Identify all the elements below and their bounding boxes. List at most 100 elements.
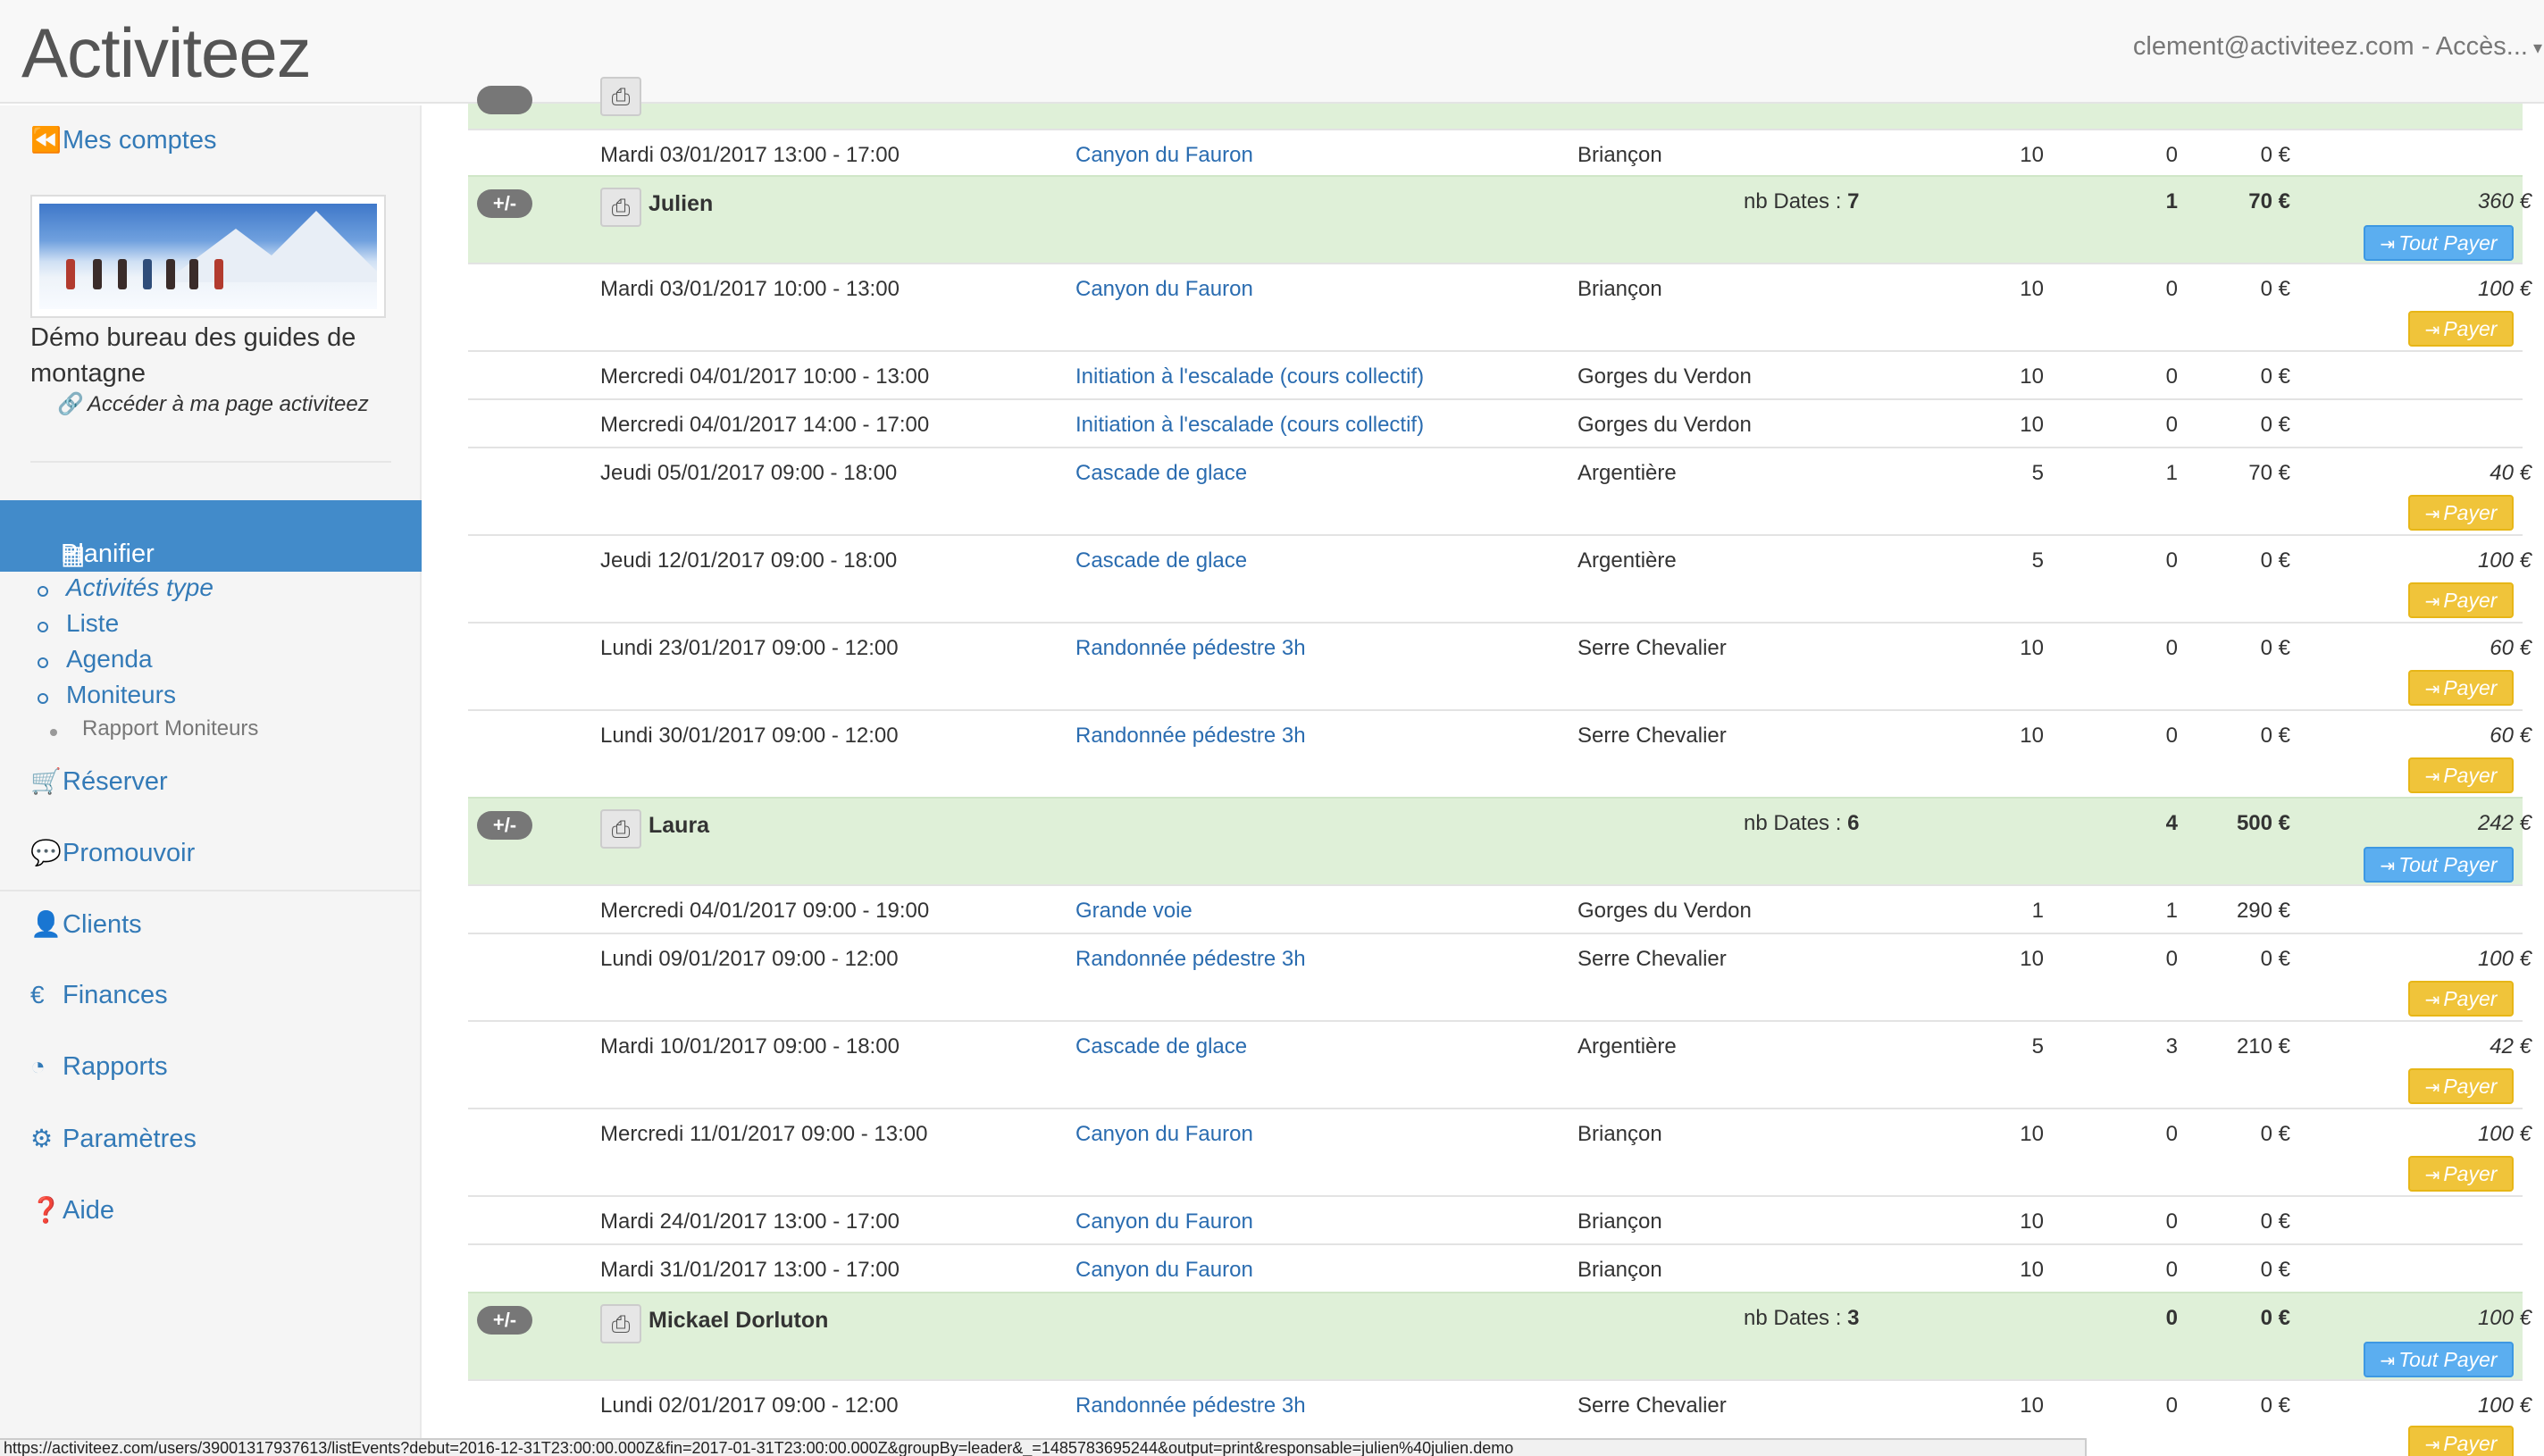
row-activity-link[interactable]: Cascade de glace bbox=[1075, 1034, 1247, 1059]
pay-all-button[interactable]: ⇥ Tout Payer bbox=[2364, 1342, 2514, 1377]
double-chevron-left-icon: ⏪ bbox=[30, 126, 62, 154]
row-participants: 3 bbox=[2165, 1034, 2178, 1059]
nb-dates-label: nb Dates : bbox=[1744, 189, 1848, 213]
nav-sub-moniteurs[interactable]: Moniteurs bbox=[38, 681, 176, 709]
nav-sub-agenda[interactable]: Agenda bbox=[38, 645, 153, 674]
leader-name: Laura bbox=[649, 813, 710, 838]
nav-sub-rapport-moniteurs[interactable]: Rapport Moniteurs bbox=[82, 716, 258, 741]
row-place: Serre Chevalier bbox=[1577, 636, 1727, 660]
row-place: Serre Chevalier bbox=[1577, 724, 1727, 748]
caret-down-icon: ▾ bbox=[2532, 38, 2542, 58]
nav-aide-label: Aide bbox=[63, 1196, 115, 1225]
row-activity-link[interactable]: Randonnée pédestre 3h bbox=[1075, 947, 1306, 972]
row-participants: 0 bbox=[2165, 364, 2178, 389]
row-date: Mercredi 04/01/2017 10:00 - 13:00 bbox=[600, 364, 930, 389]
toggle-button[interactable]: +/- bbox=[477, 189, 532, 218]
sign-in-icon: ⇥ bbox=[2424, 592, 2440, 612]
brand-logo[interactable]: Activiteez bbox=[21, 13, 312, 94]
row-activity-link[interactable]: Randonnée pédestre 3h bbox=[1075, 636, 1306, 661]
table-row: Lundi 30/01/2017 09:00 - 12:00 Randonnée… bbox=[468, 709, 2531, 797]
row-date: Mardi 24/01/2017 13:00 - 17:00 bbox=[600, 1209, 900, 1234]
pay-button[interactable]: ⇥ Payer bbox=[2408, 495, 2514, 531]
row-activity-link[interactable]: Randonnée pédestre 3h bbox=[1075, 1393, 1306, 1418]
nav-parametres[interactable]: ⚙ Paramètres bbox=[30, 1124, 197, 1154]
row-due: 100 € bbox=[2477, 277, 2531, 301]
row-place: Argentière bbox=[1577, 461, 1677, 485]
pay-button[interactable]: ⇥ Payer bbox=[2408, 1426, 2514, 1456]
row-activity-link[interactable]: Grande voie bbox=[1075, 899, 1192, 924]
print-icon[interactable]: ⎙ bbox=[600, 77, 641, 116]
table-row: Mercredi 11/01/2017 09:00 - 13:00 Canyon… bbox=[468, 1108, 2531, 1195]
row-activity-link[interactable]: Canyon du Fauron bbox=[1075, 277, 1253, 302]
table-row: Lundi 09/01/2017 09:00 - 12:00 Randonnée… bbox=[468, 933, 2531, 1020]
row-activity-link[interactable]: Canyon du Fauron bbox=[1075, 1122, 1253, 1147]
row-place: Briançon bbox=[1577, 1122, 1662, 1146]
nav-sub-activites-type[interactable]: Activités type bbox=[38, 573, 213, 602]
row-activity-link[interactable]: Initiation à l'escalade (cours collectif… bbox=[1075, 364, 1424, 389]
nb-dates: nb Dates : 7 bbox=[1744, 189, 1859, 214]
nav-clients[interactable]: 👤Clients bbox=[30, 909, 142, 940]
pay-button[interactable]: ⇥ Payer bbox=[2408, 1156, 2514, 1192]
row-due: 42 € bbox=[2490, 1034, 2531, 1059]
toggle-button[interactable]: +/- bbox=[477, 811, 532, 840]
row-capacity: 10 bbox=[2020, 364, 2044, 389]
my-page-link[interactable]: 🔗 Accéder à ma page activiteez bbox=[57, 391, 369, 417]
row-activity-link[interactable]: Canyon du Fauron bbox=[1075, 1209, 1253, 1234]
row-amount: 0 € bbox=[2260, 947, 2290, 971]
print-icon[interactable]: ⎙ bbox=[600, 809, 641, 849]
gear-icon: ⚙ bbox=[30, 1125, 54, 1152]
row-amount: 70 € bbox=[2248, 461, 2290, 485]
row-capacity: 1 bbox=[2031, 899, 2044, 923]
row-due: 60 € bbox=[2490, 724, 2531, 748]
row-place: Briançon bbox=[1577, 143, 1662, 167]
toggle-button[interactable]: +/- bbox=[477, 1306, 532, 1335]
print-icon[interactable]: ⎙ bbox=[600, 188, 641, 227]
browser-status-bar: https://activiteez.com/users/39001317937… bbox=[0, 1438, 2087, 1456]
nav-rapports[interactable]: ◔ Rapports bbox=[30, 1052, 168, 1082]
pay-all-label: Tout Payer bbox=[2398, 231, 2498, 255]
row-activity-link[interactable]: Initiation à l'escalade (cours collectif… bbox=[1075, 413, 1424, 438]
sign-in-icon: ⇥ bbox=[2380, 1351, 2396, 1371]
nav-sub-liste[interactable]: Liste bbox=[37, 609, 119, 638]
row-participants: 0 bbox=[2165, 548, 2178, 573]
nb-dates: nb Dates : 6 bbox=[1744, 811, 1859, 836]
group-due: 360 € bbox=[2477, 189, 2531, 213]
print-icon[interactable]: ⎙ bbox=[600, 1304, 641, 1343]
pay-button[interactable]: ⇥ Payer bbox=[2408, 757, 2514, 793]
nav-finances[interactable]: € Finances bbox=[30, 981, 168, 1010]
row-amount: 0 € bbox=[2260, 548, 2290, 573]
row-activity-link[interactable]: Canyon du Fauron bbox=[1075, 143, 1253, 168]
row-capacity: 10 bbox=[2020, 1393, 2044, 1418]
nav-reserver[interactable]: 🛒Réserver bbox=[30, 766, 168, 797]
pay-button[interactable]: ⇥ Payer bbox=[2408, 311, 2514, 347]
group-header-julien: +/- ⎙ Julien nb Dates : 7 1 70 € 360 € ⇥… bbox=[468, 175, 2531, 263]
nav-aide[interactable]: ❓Aide bbox=[30, 1195, 114, 1226]
nav-promouvoir[interactable]: 💬Promouvoir bbox=[30, 838, 195, 868]
pay-button[interactable]: ⇥ Payer bbox=[2408, 1068, 2514, 1104]
row-place: Briançon bbox=[1577, 277, 1662, 301]
row-participants: 0 bbox=[2165, 1122, 2178, 1146]
pay-all-button[interactable]: ⇥ Tout Payer bbox=[2364, 225, 2514, 261]
group-due: 100 € bbox=[2477, 1306, 2531, 1330]
nav-promouvoir-label: Promouvoir bbox=[63, 839, 196, 867]
row-activity-link[interactable]: Randonnée pédestre 3h bbox=[1075, 724, 1306, 749]
pay-label: Payer bbox=[2443, 676, 2498, 699]
user-menu[interactable]: clement@activiteez.com - Accès... ▾ bbox=[2133, 32, 2542, 62]
group-header-laura: +/- ⎙ Laura nb Dates : 6 4 500 € 242 € ⇥… bbox=[468, 797, 2531, 884]
row-activity-link[interactable]: Cascade de glace bbox=[1075, 548, 1247, 573]
link-icon: 🔗 bbox=[57, 392, 84, 416]
row-activity-link[interactable]: Cascade de glace bbox=[1075, 461, 1247, 486]
toggle-button[interactable] bbox=[477, 86, 532, 114]
pay-label: Payer bbox=[2443, 1432, 2498, 1455]
nav-planifier[interactable]: ▦ Planifier bbox=[0, 500, 422, 572]
pay-button[interactable]: ⇥ Payer bbox=[2408, 582, 2514, 618]
pay-button[interactable]: ⇥ Payer bbox=[2408, 981, 2514, 1017]
pay-button[interactable]: ⇥ Payer bbox=[2408, 670, 2514, 706]
my-accounts-label: Mes comptes bbox=[63, 126, 217, 155]
pay-all-button[interactable]: ⇥ Tout Payer bbox=[2364, 847, 2514, 883]
nb-dates-value: 7 bbox=[1847, 189, 1860, 213]
row-due: 40 € bbox=[2490, 461, 2531, 485]
euro-icon: € bbox=[30, 981, 45, 1008]
row-activity-link[interactable]: Canyon du Fauron bbox=[1075, 1258, 1253, 1283]
my-accounts-link[interactable]: ⏪Mes comptes bbox=[30, 125, 216, 155]
